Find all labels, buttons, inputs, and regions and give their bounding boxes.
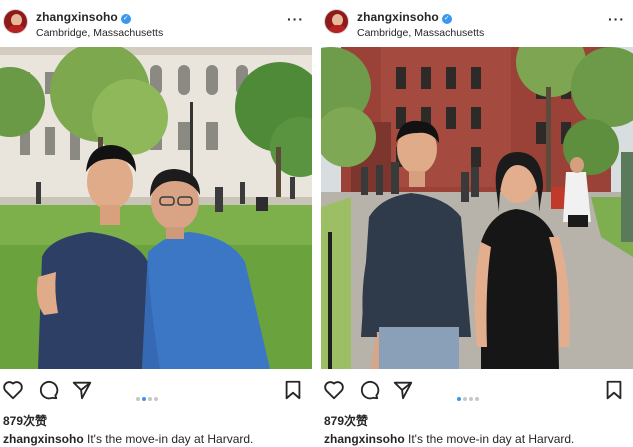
caption-text: It's the move-in day at Harvard.: [87, 432, 254, 446]
verified-badge-icon: ✓: [441, 14, 452, 24]
share-icon[interactable]: [392, 379, 414, 401]
username-link[interactable]: zhangxinsoho ✓: [357, 10, 452, 24]
instagram-post-right: zhangxinsoho ✓ Cambridge, Massachusetts ·…: [321, 0, 633, 447]
verified-badge-icon: ✓: [120, 14, 131, 24]
more-options-icon[interactable]: ···: [287, 11, 304, 27]
caption-username[interactable]: zhangxinsoho: [324, 432, 405, 446]
post-caption: zhangxinsoho It's the move-in day at Har…: [3, 432, 253, 446]
post-divider: [312, 0, 321, 447]
carousel-dot: [136, 397, 140, 401]
carousel-dot: [475, 397, 479, 401]
username-link[interactable]: zhangxinsoho ✓: [36, 10, 131, 24]
location-link[interactable]: Cambridge, Massachusetts: [357, 27, 484, 39]
carousel-indicator: [136, 388, 160, 401]
more-options-icon[interactable]: ···: [608, 11, 625, 27]
action-bar: [321, 375, 633, 405]
post-photo[interactable]: [321, 47, 633, 369]
bookmark-icon[interactable]: [603, 379, 625, 401]
carousel-dot-active: [142, 397, 146, 401]
carousel-dot: [148, 397, 152, 401]
location-link[interactable]: Cambridge, Massachusetts: [36, 27, 163, 39]
caption-username[interactable]: zhangxinsoho: [3, 432, 84, 446]
comment-icon[interactable]: [358, 379, 380, 401]
carousel-dot: [154, 397, 158, 401]
likes-count[interactable]: 879次赞: [3, 412, 47, 429]
bookmark-icon[interactable]: [282, 379, 304, 401]
carousel-indicator: [457, 388, 481, 401]
post-header: zhangxinsoho ✓ Cambridge, Massachusetts ·…: [0, 0, 312, 46]
likes-count[interactable]: 879次赞: [324, 412, 368, 429]
instagram-post-left: zhangxinsoho ✓ Cambridge, Massachusetts ·…: [0, 0, 312, 447]
heart-icon[interactable]: [323, 379, 345, 401]
share-icon[interactable]: [71, 379, 93, 401]
post-caption: zhangxinsoho It's the move-in day at Har…: [324, 432, 574, 446]
carousel-dot: [469, 397, 473, 401]
carousel-dot: [463, 397, 467, 401]
post-header: zhangxinsoho ✓ Cambridge, Massachusetts ·…: [321, 0, 633, 46]
action-bar: [0, 375, 312, 405]
comment-icon[interactable]: [37, 379, 59, 401]
caption-text: It's the move-in day at Harvard.: [408, 432, 575, 446]
avatar[interactable]: [324, 9, 349, 34]
carousel-dot-active: [457, 397, 461, 401]
heart-icon[interactable]: [2, 379, 24, 401]
avatar[interactable]: [3, 9, 28, 34]
post-photo[interactable]: [0, 47, 312, 369]
